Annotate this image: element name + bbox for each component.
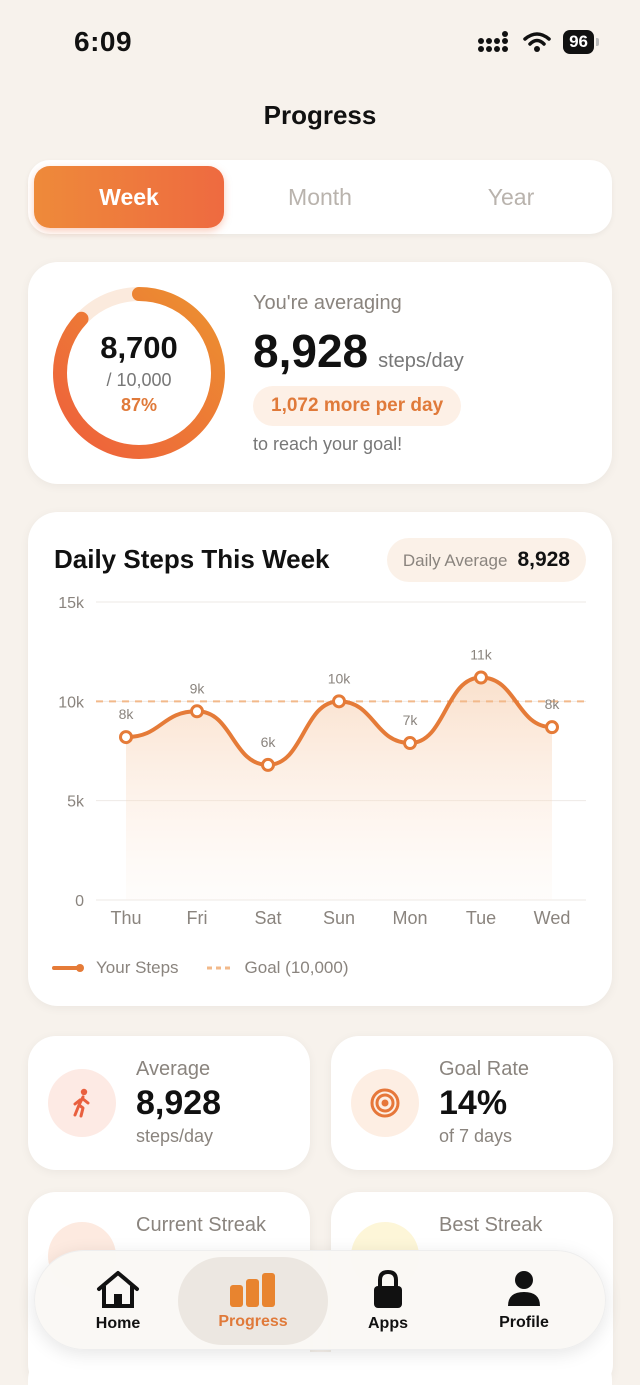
averaging-label: You're averaging	[253, 292, 402, 314]
battery-indicator: 96	[563, 30, 599, 54]
data-label: 8k	[119, 706, 135, 722]
walking-icon	[48, 1069, 116, 1137]
data-label: 8k	[545, 696, 561, 712]
data-point	[261, 757, 275, 772]
legend-goal-label: Goal (10,000)	[244, 958, 349, 977]
tab-apps[interactable]: Apps	[313, 1257, 463, 1345]
steps-needed-badge: 1,072 more per day	[253, 386, 462, 426]
steps-line-chart: 0 5k 10k 15k 8k Thu 9k Fri 6k Sat 10k Sun 7k Mon 11k Tu…	[58, 595, 586, 928]
page-title: Progress	[263, 100, 377, 130]
stat-label: Average	[136, 1058, 211, 1080]
tab-apps-label: Apps	[368, 1315, 408, 1332]
stat-card-average[interactable]: Average 8,928 steps/day	[28, 1036, 310, 1170]
x-tick-label: Sat	[254, 908, 281, 928]
data-label: 9k	[190, 680, 206, 696]
y-tick-label: 15k	[58, 595, 85, 612]
person-icon	[508, 1271, 540, 1306]
stat-card-goal-rate[interactable]: Goal Rate 14% of 7 days	[331, 1036, 613, 1170]
data-label: 10k	[328, 670, 352, 686]
ring-current-steps: 8,700	[100, 330, 178, 365]
stat-label: Current Streak	[136, 1214, 267, 1236]
bottom-tab-bar: Home Progress Apps Profile	[34, 1250, 606, 1350]
average-unit: steps/day	[378, 350, 464, 372]
tab-home-label: Home	[95, 1315, 141, 1332]
cellular-signal-icon	[478, 31, 509, 52]
stat-label: Goal Rate	[439, 1058, 530, 1080]
daily-average-label: Daily Average	[402, 551, 508, 570]
data-label: 6k	[261, 734, 277, 750]
x-tick-label: Thu	[110, 908, 141, 928]
data-point	[119, 730, 133, 745]
legend-your-steps-label: Your Steps	[96, 958, 179, 977]
data-point	[332, 694, 346, 709]
status-bar: 6:09 96	[0, 0, 640, 88]
tab-profile-label: Profile	[499, 1314, 549, 1331]
ring-goal: / 10,000	[106, 370, 172, 390]
legend-line-marker	[52, 964, 84, 972]
data-point	[474, 670, 488, 685]
tab-progress[interactable]: Progress	[178, 1257, 328, 1345]
legend-goal: Goal (10,000)	[205, 958, 349, 978]
data-label: 7k	[403, 712, 419, 728]
stat-label: Best Streak	[439, 1214, 543, 1236]
lock-icon	[374, 1269, 402, 1308]
period-segmented-control: Week Month Year	[28, 160, 612, 234]
data-label: 11k	[470, 646, 493, 662]
status-time: 6:09	[74, 26, 133, 57]
ring-percent: 87%	[120, 395, 158, 415]
tab-profile[interactable]: Profile	[449, 1257, 599, 1345]
x-tick-label: Fri	[187, 908, 208, 928]
wifi-icon	[523, 32, 551, 52]
chart-legend: Your Steps Goal (10,000)	[52, 958, 349, 978]
x-tick-label: Sun	[323, 908, 355, 928]
data-point	[190, 704, 204, 719]
data-point	[545, 720, 559, 735]
stat-sub: of 7 days	[439, 1126, 513, 1146]
daily-steps-chart-card: Daily Steps This Week Daily Average 8,92…	[28, 512, 612, 1006]
stat-sub: steps/day	[136, 1126, 214, 1146]
daily-average-chip: Daily Average 8,928	[386, 538, 586, 582]
legend-your-steps: Your Steps	[52, 958, 179, 978]
ring-label: 8,700 / 10,000 87%	[46, 280, 232, 466]
segment-week[interactable]: Week	[34, 166, 224, 228]
stat-value: 8,928	[136, 1084, 222, 1122]
reach-goal-text: to reach your goal!	[253, 434, 403, 454]
data-point	[403, 736, 417, 751]
average-value: 8,928	[253, 325, 369, 377]
home-icon	[97, 1271, 139, 1308]
next-card	[28, 1352, 612, 1385]
segment-month[interactable]: Month	[225, 166, 415, 228]
y-tick-label: 10k	[58, 694, 85, 711]
y-tick-label: 5k	[67, 794, 85, 811]
tab-home[interactable]: Home	[43, 1257, 193, 1345]
bar-chart-icon	[230, 1273, 275, 1307]
daily-average-value: 8,928	[517, 548, 570, 571]
x-tick-label: Wed	[534, 908, 571, 928]
x-tick-label: Mon	[392, 908, 427, 928]
status-icons: 96	[477, 30, 599, 54]
summary-card: 8,700 / 10,000 87% You're averaging 8,92…	[28, 262, 612, 484]
x-tick-label: Tue	[466, 908, 496, 928]
y-tick-label: 0	[75, 893, 84, 910]
target-icon	[351, 1069, 419, 1137]
average-row: 8,928 steps/day	[253, 324, 464, 378]
tab-progress-label: Progress	[218, 1313, 288, 1330]
chart-title: Daily Steps This Week	[54, 544, 330, 574]
stat-value: 14%	[439, 1084, 508, 1122]
segment-year[interactable]: Year	[416, 166, 606, 228]
legend-dash-marker	[206, 966, 233, 970]
